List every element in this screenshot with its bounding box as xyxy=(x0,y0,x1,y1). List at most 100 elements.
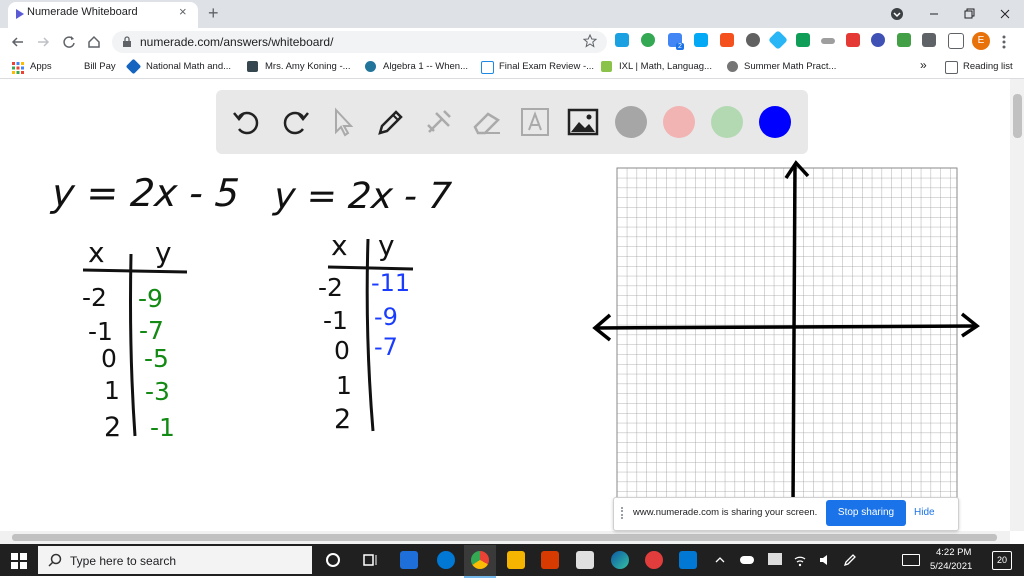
x-axis xyxy=(595,324,977,330)
home-icon[interactable] xyxy=(86,34,102,50)
media-app-icon[interactable] xyxy=(437,551,455,569)
bookmark-algebra[interactable]: Algebra 1 -- When... xyxy=(383,61,468,72)
bookmark-koning-icon xyxy=(247,61,258,72)
drag-handle-icon[interactable] xyxy=(621,507,625,519)
extension-2-icon[interactable] xyxy=(641,33,655,47)
extension-badge: 2 xyxy=(676,43,684,50)
edge-icon[interactable] xyxy=(611,551,629,569)
cast-icon[interactable] xyxy=(948,33,964,49)
notification-center-icon[interactable]: 20 xyxy=(992,551,1012,570)
table-2-x-1: -1 xyxy=(323,306,348,335)
vertical-scrollbar[interactable] xyxy=(1010,79,1024,531)
tab-search-icon[interactable] xyxy=(890,7,904,21)
new-tab-button[interactable]: + xyxy=(208,3,219,24)
browser-menu-icon[interactable] xyxy=(999,34,1009,50)
table-1-x-0: -2 xyxy=(82,283,107,312)
pen-icon[interactable] xyxy=(374,105,408,139)
bookmark-final-exam[interactable]: Final Exam Review -... xyxy=(499,61,594,72)
extension-5-icon[interactable] xyxy=(720,33,734,47)
table-1-x-1: -1 xyxy=(88,317,113,346)
reading-list-link[interactable]: Reading list xyxy=(963,61,1013,72)
task-view-icon[interactable] xyxy=(361,551,379,569)
wifi-icon[interactable] xyxy=(793,553,807,567)
back-icon[interactable] xyxy=(10,34,26,50)
extension-k-icon[interactable] xyxy=(871,33,885,47)
file-explorer-icon[interactable] xyxy=(507,551,525,569)
text-icon[interactable] xyxy=(518,105,552,139)
minimize-icon[interactable] xyxy=(926,6,942,22)
extension-4-icon[interactable] xyxy=(694,33,708,47)
color-swatch-blue[interactable] xyxy=(759,106,791,138)
tools-icon[interactable] xyxy=(422,105,456,139)
bookmark-star-icon[interactable] xyxy=(583,34,597,48)
table-2-y-2: -7 xyxy=(374,333,398,361)
reload-icon[interactable] xyxy=(61,34,77,50)
bookmark-summer-math[interactable]: Summer Math Pract... xyxy=(744,61,836,72)
bookmark-ixl[interactable]: IXL | Math, Languag... xyxy=(619,61,712,72)
app-red-icon[interactable] xyxy=(645,551,663,569)
search-placeholder[interactable]: Type here to search xyxy=(70,554,176,568)
keyboard-icon[interactable] xyxy=(902,554,920,566)
table-1-y-2: -5 xyxy=(144,344,169,373)
stop-sharing-button[interactable]: Stop sharing xyxy=(826,500,906,526)
restore-icon[interactable] xyxy=(961,6,977,22)
mail-app-icon[interactable] xyxy=(400,551,418,569)
extension-1-icon[interactable] xyxy=(615,33,629,47)
volume-icon[interactable] xyxy=(818,553,832,567)
outlook-icon[interactable] xyxy=(679,551,697,569)
clock-date[interactable]: 5/24/2021 xyxy=(930,561,972,572)
extensions-puzzle-icon[interactable] xyxy=(922,33,936,47)
redo-icon[interactable] xyxy=(278,105,312,139)
pointer-icon[interactable] xyxy=(326,105,360,139)
bookmark-national-math[interactable]: National Math and... xyxy=(146,61,231,72)
apps-grid-icon xyxy=(12,61,24,74)
extension-10-icon[interactable] xyxy=(897,33,911,47)
eraser-icon[interactable] xyxy=(470,105,504,139)
chrome-icon[interactable] xyxy=(471,551,489,569)
tab-title: Numerade Whiteboard xyxy=(27,6,138,18)
bookmark-apps[interactable]: Apps xyxy=(30,61,52,72)
bookmark-koning[interactable]: Mrs. Amy Koning -... xyxy=(265,61,351,72)
numerade-logo-icon xyxy=(16,9,24,19)
color-swatch-pink[interactable] xyxy=(663,106,695,138)
url-text[interactable]: numerade.com/answers/whiteboard/ xyxy=(140,35,333,49)
store-icon[interactable] xyxy=(576,551,594,569)
bookmark-bill-pay[interactable]: Bill Pay xyxy=(84,61,116,72)
y-axis xyxy=(791,163,797,505)
lock-icon[interactable] xyxy=(122,36,132,48)
tray-chevron-icon[interactable] xyxy=(714,555,726,565)
pdf-extension-icon[interactable] xyxy=(846,33,860,47)
tab-close-icon[interactable]: × xyxy=(179,4,187,19)
close-window-icon[interactable] xyxy=(997,6,1013,22)
color-swatch-green[interactable] xyxy=(711,106,743,138)
extension-9-icon[interactable] xyxy=(821,38,835,44)
tray-app-icon[interactable] xyxy=(768,553,782,565)
horizontal-scroll-thumb[interactable] xyxy=(12,534,997,541)
table-1-y-3: -3 xyxy=(145,377,170,406)
profile-avatar[interactable]: E xyxy=(972,32,990,50)
vertical-scroll-thumb[interactable] xyxy=(1013,94,1022,138)
wordpress-icon xyxy=(365,61,376,72)
extension-8-icon[interactable] xyxy=(796,33,810,47)
undo-icon[interactable] xyxy=(230,105,264,139)
windows-start-icon[interactable] xyxy=(11,553,27,569)
onedrive-icon[interactable] xyxy=(740,556,754,564)
clock-time[interactable]: 4:22 PM xyxy=(936,547,971,558)
table-1-x-4: 2 xyxy=(104,412,122,443)
table-1-y-1: -7 xyxy=(139,316,164,345)
table-2-x-3: 1 xyxy=(336,371,352,400)
equation-1: y = 2x - 5 xyxy=(50,171,241,215)
forward-icon[interactable] xyxy=(35,34,51,50)
pen-workspace-icon[interactable] xyxy=(843,553,857,567)
table-1-header-y: y xyxy=(155,236,172,269)
hide-banner-button[interactable]: Hide xyxy=(914,507,935,518)
image-icon[interactable] xyxy=(566,105,600,139)
table-1-x-2: 0 xyxy=(101,344,117,373)
cortana-icon[interactable] xyxy=(324,551,342,569)
table-1-x-3: 1 xyxy=(104,376,120,405)
color-swatch-gray[interactable] xyxy=(615,106,647,138)
table-2-header-y: y xyxy=(378,229,395,262)
bookmarks-overflow-icon[interactable]: » xyxy=(920,58,927,72)
extension-6-icon[interactable] xyxy=(746,33,760,47)
app-icon[interactable] xyxy=(541,551,559,569)
